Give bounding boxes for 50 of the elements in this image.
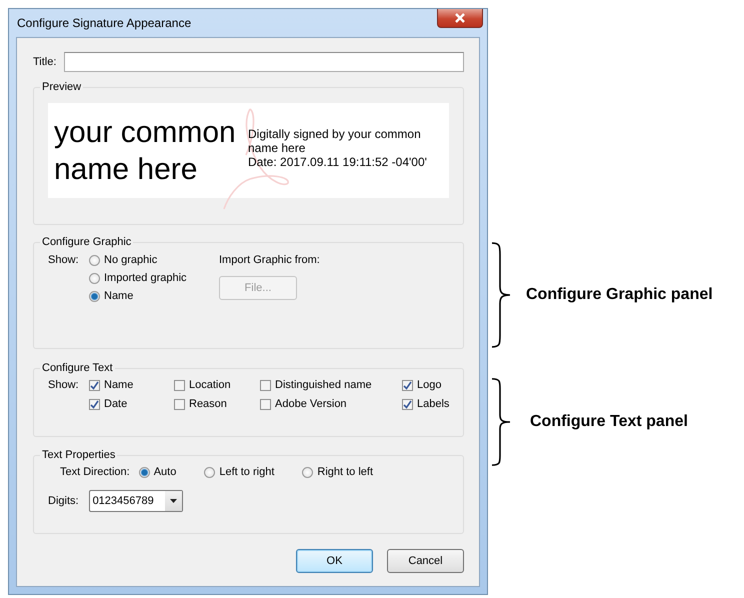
checkbox[interactable] xyxy=(89,398,100,410)
checkbox-option[interactable]: Name xyxy=(89,379,174,391)
caret-icon xyxy=(170,499,177,503)
radio-button[interactable] xyxy=(89,290,100,302)
group-title: Configure Graphic xyxy=(41,236,132,248)
checkbox[interactable] xyxy=(402,398,413,410)
annotation-label: Configure Text panel xyxy=(530,413,688,431)
ok-button[interactable]: OK xyxy=(296,549,373,573)
radio-button[interactable] xyxy=(89,254,100,266)
checkbox[interactable] xyxy=(260,398,271,410)
checkbox-option[interactable]: Labels xyxy=(402,398,450,410)
checkbox-option[interactable]: Reason xyxy=(174,398,260,410)
close-button[interactable] xyxy=(437,9,483,28)
checkbox-option[interactable]: Location xyxy=(174,379,260,391)
checkbox[interactable] xyxy=(260,380,271,390)
group-title: Preview xyxy=(41,81,82,93)
checkbox-option[interactable]: Date xyxy=(89,398,174,410)
title-input[interactable] xyxy=(64,52,464,72)
checkbox-option[interactable]: Adobe Version xyxy=(260,398,402,410)
radio-option[interactable]: Left to right xyxy=(204,466,274,478)
checkbox-option[interactable]: Distinguished name xyxy=(260,379,402,391)
signed-by-text: Digitally signed by your common name here xyxy=(248,126,422,154)
radio-button[interactable] xyxy=(204,466,216,478)
checkbox[interactable] xyxy=(402,380,413,390)
import-label: Import Graphic from: xyxy=(219,254,320,266)
digits-dropdown[interactable]: 0123456789 xyxy=(88,490,183,512)
show-label: Show: xyxy=(48,379,80,393)
annotation-label: Configure Graphic panel xyxy=(526,286,713,304)
radio-option[interactable]: Right to left xyxy=(302,466,374,478)
signature-date: Date: 2017.09.11 19:11:52 -04'00' xyxy=(248,154,428,168)
cancel-button[interactable]: Cancel xyxy=(387,549,464,573)
digits-label: Digits: xyxy=(48,495,79,507)
checkbox[interactable] xyxy=(174,398,185,410)
title-label: Title: xyxy=(33,56,56,68)
window-title: Configure Signature Appearance xyxy=(16,16,192,30)
radio-option[interactable]: Imported graphic xyxy=(89,272,219,284)
checkbox-option[interactable]: Logo xyxy=(402,379,450,391)
radio-option[interactable]: Auto xyxy=(138,466,176,478)
close-icon xyxy=(454,13,466,23)
group-title: Configure Text xyxy=(41,362,114,374)
radio-button[interactable] xyxy=(138,466,150,478)
radio-button[interactable] xyxy=(302,466,314,478)
radio-button[interactable] xyxy=(89,272,100,284)
checkbox[interactable] xyxy=(89,380,100,390)
text-direction-label: Text Direction: xyxy=(60,466,130,478)
radio-option[interactable]: No graphic xyxy=(89,254,219,266)
show-label: Show: xyxy=(48,254,80,268)
radio-option[interactable]: Name xyxy=(89,290,219,302)
checkbox[interactable] xyxy=(174,380,185,390)
group-title: Text Properties xyxy=(41,449,116,461)
